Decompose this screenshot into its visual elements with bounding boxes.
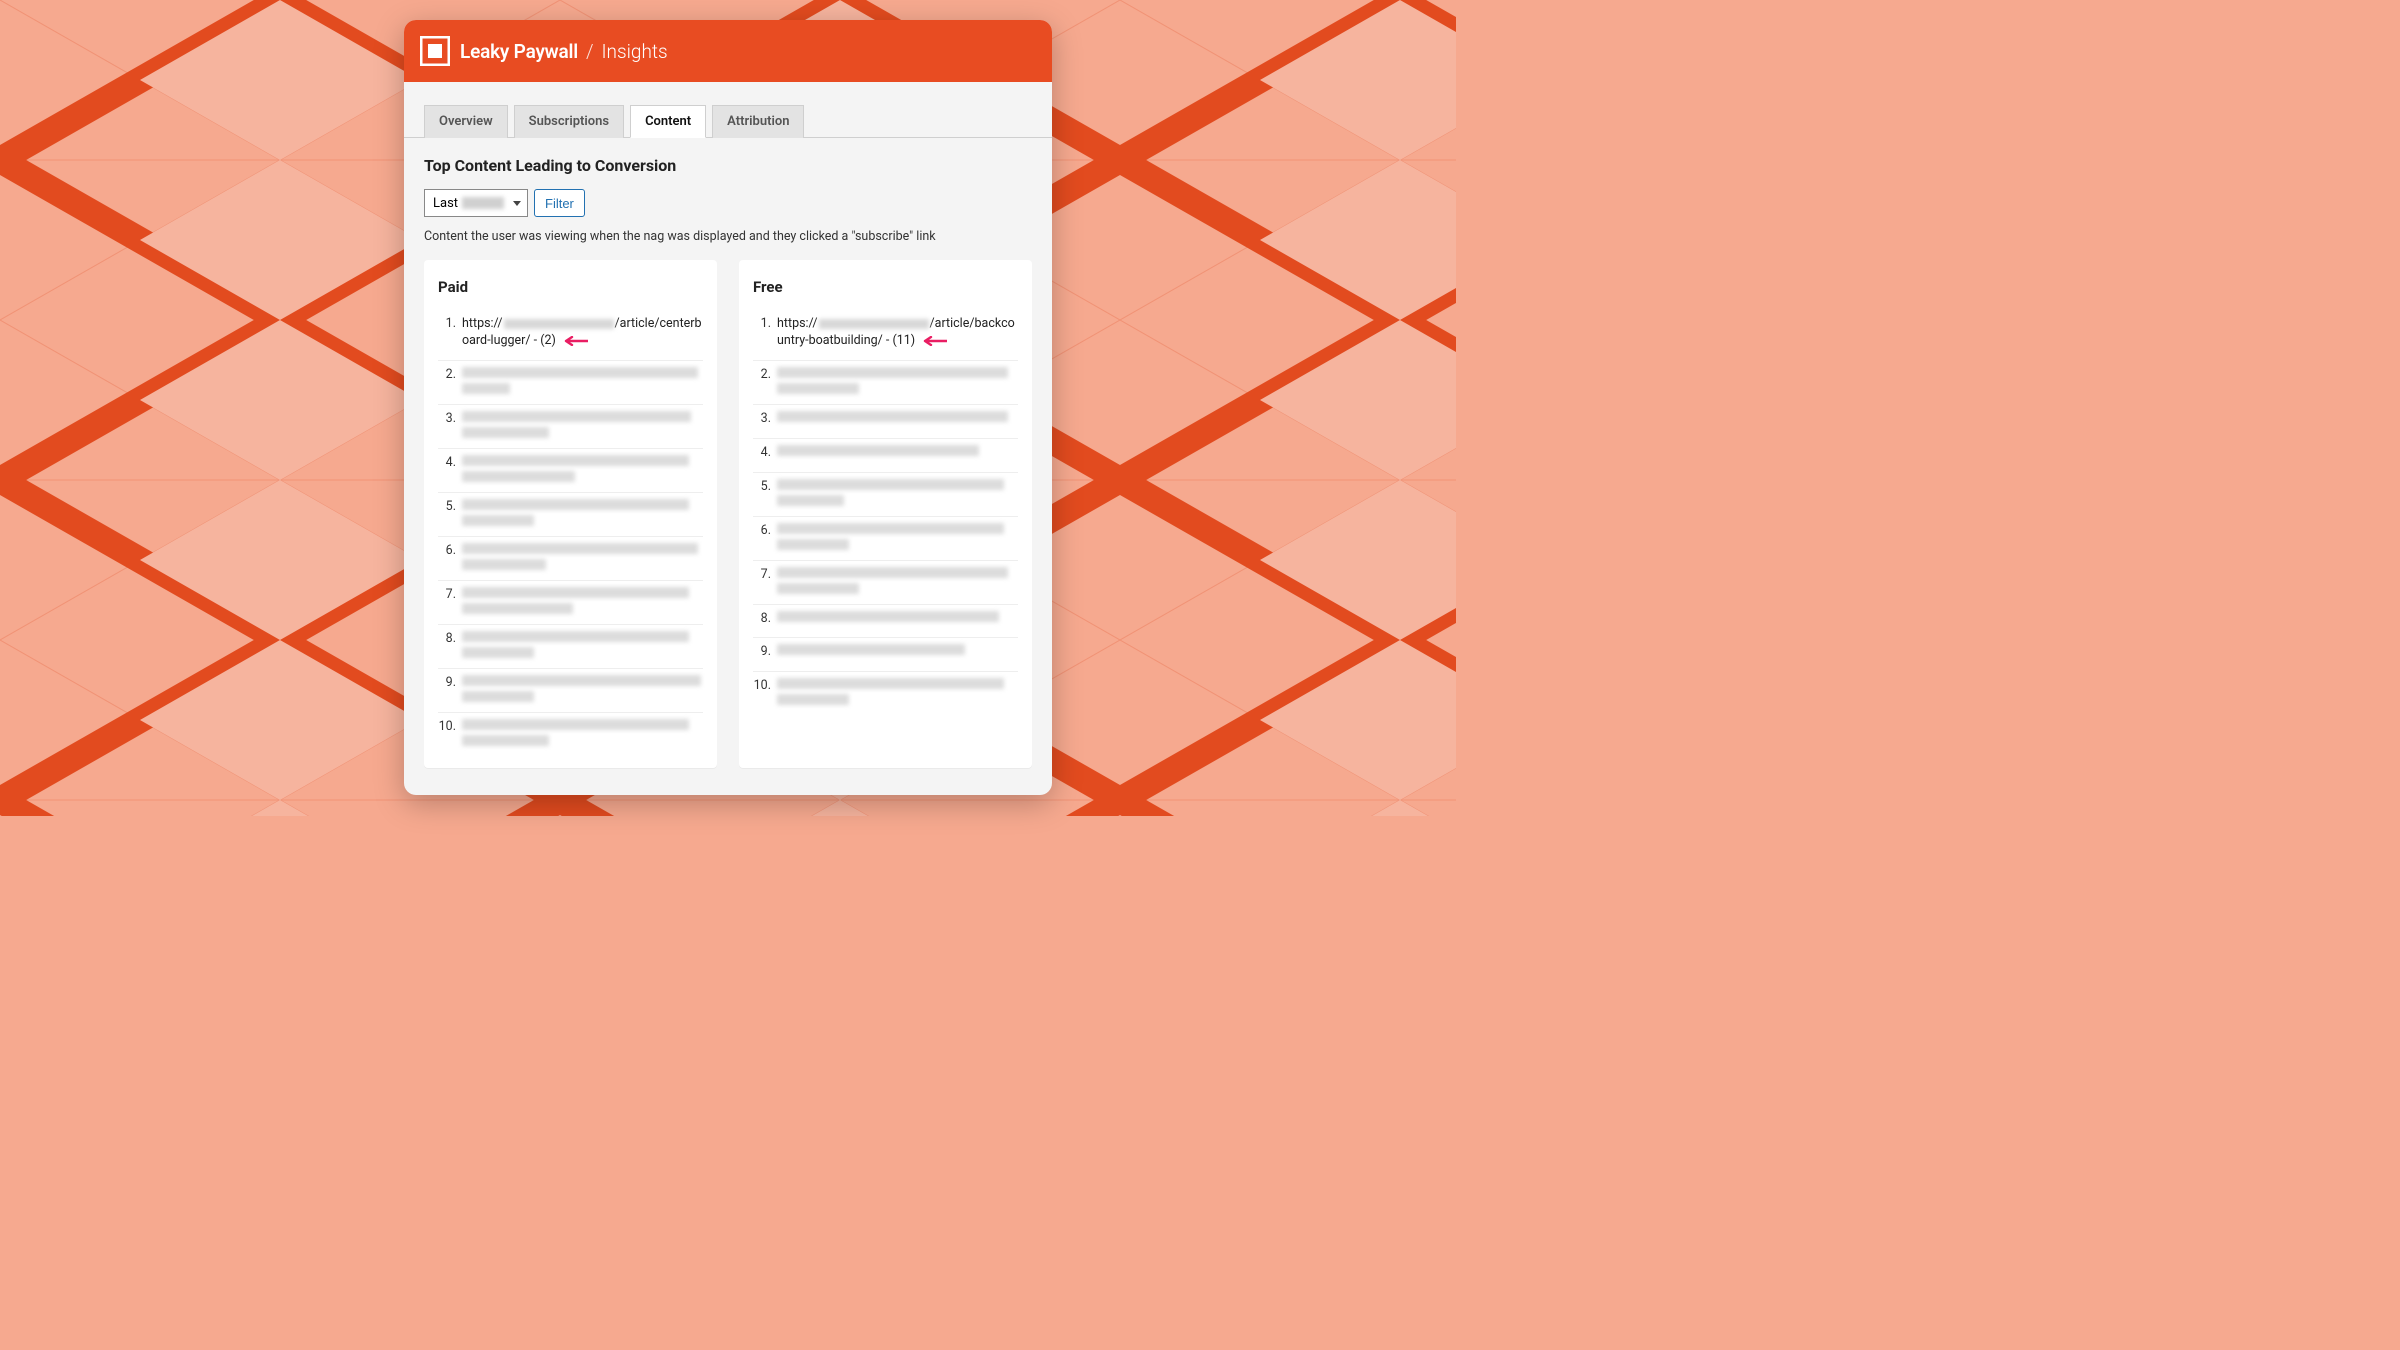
item-number: 7. (438, 587, 456, 604)
description-text: Content the user was viewing when the na… (424, 229, 1032, 244)
item-number: 1. (753, 316, 771, 333)
item-number: 2. (438, 367, 456, 384)
list-item: 1. https:///article/backcountry-boatbuil… (753, 310, 1018, 361)
paid-column: Paid 1. https:///article/centerboard-lug… (424, 260, 717, 768)
item-number: 3. (438, 411, 456, 428)
item-url[interactable]: https:///article/backcountry-boatbuildin… (777, 316, 1018, 350)
tab-overview[interactable]: Overview (424, 105, 508, 138)
redacted-url (777, 611, 1018, 622)
item-number: 8. (438, 631, 456, 648)
list-item: 5. (438, 493, 703, 537)
list-item: 3. (753, 405, 1018, 439)
redacted-url (462, 499, 703, 526)
list-item: 10. (753, 672, 1018, 715)
chevron-down-icon (513, 201, 521, 206)
leaky-paywall-logo-icon (420, 36, 450, 66)
redacted-url (462, 411, 703, 438)
item-number: 6. (438, 543, 456, 560)
date-range-prefix: Last (433, 196, 458, 211)
list-item: 8. (753, 605, 1018, 639)
page-title: Top Content Leading to Conversion (424, 156, 1032, 175)
list-item: 7. (753, 561, 1018, 605)
redacted-url (777, 523, 1018, 550)
redacted-url (462, 587, 703, 614)
redacted-url (777, 644, 1018, 655)
item-number: 10. (753, 678, 771, 695)
header-bar: Leaky Paywall / Insights (404, 20, 1052, 82)
free-column: Free 1. https:///article/backcountry-boa… (739, 260, 1032, 768)
tab-bar: Overview Subscriptions Content Attributi… (404, 82, 1052, 138)
redacted-url (462, 631, 703, 658)
list-item: 4. (438, 449, 703, 493)
tab-attribution[interactable]: Attribution (712, 105, 804, 138)
item-number: 4. (753, 445, 771, 462)
item-number: 6. (753, 523, 771, 540)
redacted-domain (504, 319, 614, 329)
redacted-url (777, 367, 1018, 394)
date-range-select[interactable]: Last (424, 189, 528, 217)
item-number: 9. (753, 644, 771, 661)
arrow-left-icon (562, 336, 588, 346)
item-number: 8. (753, 611, 771, 628)
list-item: 9. (753, 638, 1018, 672)
item-number: 2. (753, 367, 771, 384)
list-item: 6. (753, 517, 1018, 561)
redacted-domain (819, 319, 929, 329)
filter-button[interactable]: Filter (534, 189, 585, 217)
paid-column-title: Paid (438, 278, 703, 296)
arrow-left-icon (921, 336, 947, 346)
item-number: 9. (438, 675, 456, 692)
redacted-url (462, 719, 703, 746)
list-item: 7. (438, 581, 703, 625)
list-item: 1. https:///article/centerboard-lugger/ … (438, 310, 703, 361)
filter-controls: Last Filter (424, 189, 1032, 217)
list-item: 3. (438, 405, 703, 449)
list-item: 6. (438, 537, 703, 581)
item-number: 3. (753, 411, 771, 428)
tab-content[interactable]: Content (630, 105, 706, 138)
item-number: 5. (753, 479, 771, 496)
panel-body: Top Content Leading to Conversion Last F… (404, 138, 1052, 788)
item-number: 7. (753, 567, 771, 584)
redacted-url (462, 675, 703, 702)
brand-name: Leaky Paywall (460, 40, 578, 63)
brand-section: Insights (601, 40, 667, 63)
list-item: 8. (438, 625, 703, 669)
redacted-url (777, 567, 1018, 594)
list-item: 2. (753, 361, 1018, 405)
list-item: 4. (753, 439, 1018, 473)
insights-panel: Leaky Paywall / Insights Overview Subscr… (404, 20, 1052, 795)
tab-subscriptions[interactable]: Subscriptions (514, 105, 624, 138)
content-columns: Paid 1. https:///article/centerboard-lug… (424, 260, 1032, 768)
free-column-title: Free (753, 278, 1018, 296)
redacted-url (777, 678, 1018, 705)
item-url[interactable]: https:///article/centerboard-lugger/ - (… (462, 316, 703, 350)
list-item: 2. (438, 361, 703, 405)
redacted-url (462, 455, 703, 482)
brand-separator: / (582, 40, 598, 63)
item-number: 10. (438, 719, 456, 736)
item-number: 4. (438, 455, 456, 472)
list-item: 9. (438, 669, 703, 713)
item-number: 1. (438, 316, 456, 333)
redacted-url (462, 367, 703, 394)
redacted-url (777, 479, 1018, 506)
list-item: 10. (438, 713, 703, 756)
redacted-range-value (462, 197, 504, 209)
redacted-url (462, 543, 703, 570)
redacted-url (777, 445, 1018, 456)
redacted-url (777, 411, 1018, 422)
list-item: 5. (753, 473, 1018, 517)
item-number: 5. (438, 499, 456, 516)
